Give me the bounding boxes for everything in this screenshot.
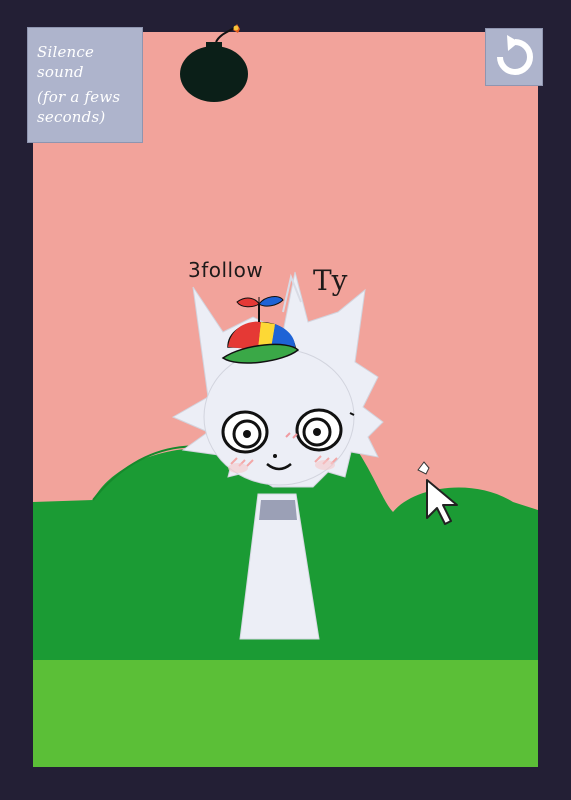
grass [33,660,538,767]
silence-button-line1: Silence sound [37,43,95,82]
reset-arrow-icon [497,35,533,75]
bomb-icon[interactable] [176,22,256,108]
character-note: 3follow [188,258,264,282]
silence-sound-button[interactable]: Silence sound (for a fews seconds) [27,27,143,143]
reset-button[interactable] [485,28,543,86]
left-eye [221,410,269,454]
nose [273,454,277,458]
silence-button-line2: (for a fews seconds) [37,87,121,126]
character-note-2: Ty [313,264,348,297]
right-eye [295,408,343,452]
character-neck [259,500,297,520]
